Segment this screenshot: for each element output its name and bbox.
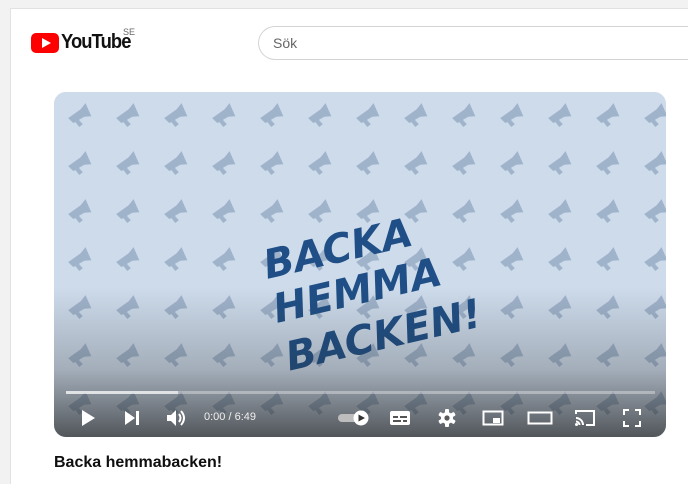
play-button[interactable] [76,400,100,436]
youtube-page: YouTube SE BACKA HEMMA BACKEN! [10,8,688,484]
miniplayer-icon [482,410,504,426]
play-icon [82,410,95,426]
volume-button[interactable] [164,400,190,436]
fullscreen-button[interactable] [619,400,645,436]
volume-icon [167,410,185,426]
country-code: SE [123,27,136,37]
settings-icon [438,409,456,427]
time-display: 0:00 / 6:49 [204,411,256,423]
youtube-play-icon [31,32,59,53]
miniplayer-button[interactable] [480,400,506,436]
logo-text: YouTube [61,31,131,53]
autoplay-toggle-icon [338,410,369,426]
video-player[interactable]: BACKA HEMMA BACKEN! 0:00 / 6:49 [54,92,666,437]
fullscreen-icon [623,409,641,427]
search-input[interactable] [258,26,688,60]
next-icon [125,411,139,425]
subtitles-button[interactable] [387,400,413,436]
video-title: Backa hemmabacken! [54,454,223,471]
subtitles-icon [390,411,410,425]
next-button[interactable] [120,400,144,436]
video-artwork: BACKA HEMMA BACKEN! [54,92,666,437]
player-controls: 0:00 / 6:49 [54,400,666,436]
cast-button[interactable] [572,400,598,436]
theater-mode-button[interactable] [524,400,556,436]
youtube-logo[interactable]: YouTube [31,31,137,54]
progress-bar[interactable] [66,391,655,394]
cast-icon [575,410,595,426]
theater-mode-icon [527,411,553,425]
autoplay-toggle[interactable] [337,400,371,436]
progress-fill [66,391,178,394]
settings-button[interactable] [434,400,460,436]
